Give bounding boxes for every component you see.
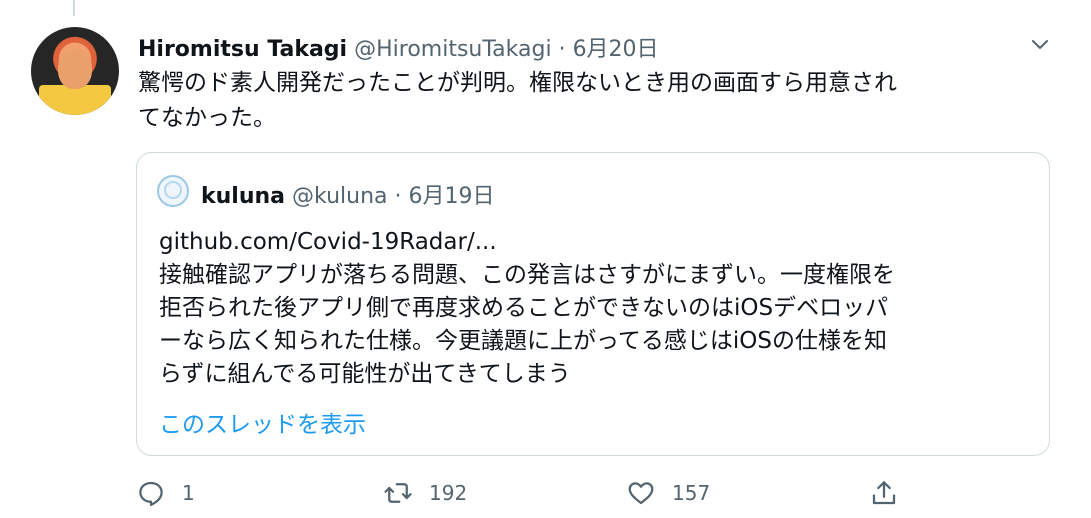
share-icon bbox=[872, 481, 896, 505]
quoted-header-separator: · bbox=[394, 184, 409, 209]
tweet-action-bar: 1 192 157 bbox=[0, 470, 1091, 518]
heart-icon bbox=[628, 482, 654, 505]
avatar-shirt bbox=[39, 85, 111, 115]
reply-icon bbox=[139, 481, 163, 506]
tweet-date[interactable]: 6月20日 bbox=[573, 37, 659, 62]
like-button[interactable]: 157 bbox=[626, 478, 710, 508]
author-avatar[interactable] bbox=[31, 27, 119, 115]
tweet-text: 驚愕のド素人開発だったことが判明。権限ないとき用の画面すら用意され てなかった。 bbox=[138, 70, 897, 131]
author-name[interactable]: Hiromitsu Takagi bbox=[138, 37, 347, 62]
reply-count: 1 bbox=[182, 481, 195, 505]
quoted-author-avatar[interactable] bbox=[157, 175, 189, 207]
quoted-author-name[interactable]: kuluna bbox=[201, 184, 285, 209]
quoted-tweet-text: github.com/Covid-19Radar/... 接触確認アプリが落ちる… bbox=[159, 229, 895, 387]
quoted-author-handle[interactable]: @kuluna bbox=[292, 184, 388, 209]
thread-connector-line bbox=[73, 0, 75, 16]
show-thread-link[interactable]: このスレッドを表示 bbox=[159, 405, 366, 439]
author-handle[interactable]: @HiromitsuTakagi bbox=[354, 37, 551, 62]
quoted-tweet-header: kuluna @kuluna · 6月19日 bbox=[201, 178, 495, 210]
header-separator: · bbox=[558, 37, 573, 62]
quoted-tweet-date[interactable]: 6月19日 bbox=[409, 184, 495, 209]
like-count: 157 bbox=[672, 481, 711, 505]
avatar-face bbox=[58, 49, 92, 89]
tweet-header: Hiromitsu Takagi @HiromitsuTakagi · 6月20… bbox=[138, 31, 659, 63]
reply-button[interactable]: 1 bbox=[136, 478, 195, 508]
retweet-icon bbox=[384, 483, 412, 503]
more-options-caret[interactable] bbox=[1028, 32, 1052, 56]
retweet-count: 192 bbox=[429, 481, 468, 505]
quoted-tweet-card[interactable]: kuluna @kuluna · 6月19日 github.com/Covid-… bbox=[136, 152, 1050, 456]
chevron-down-icon bbox=[1032, 40, 1048, 49]
retweet-button[interactable]: 192 bbox=[383, 478, 467, 508]
share-button[interactable] bbox=[869, 478, 915, 508]
